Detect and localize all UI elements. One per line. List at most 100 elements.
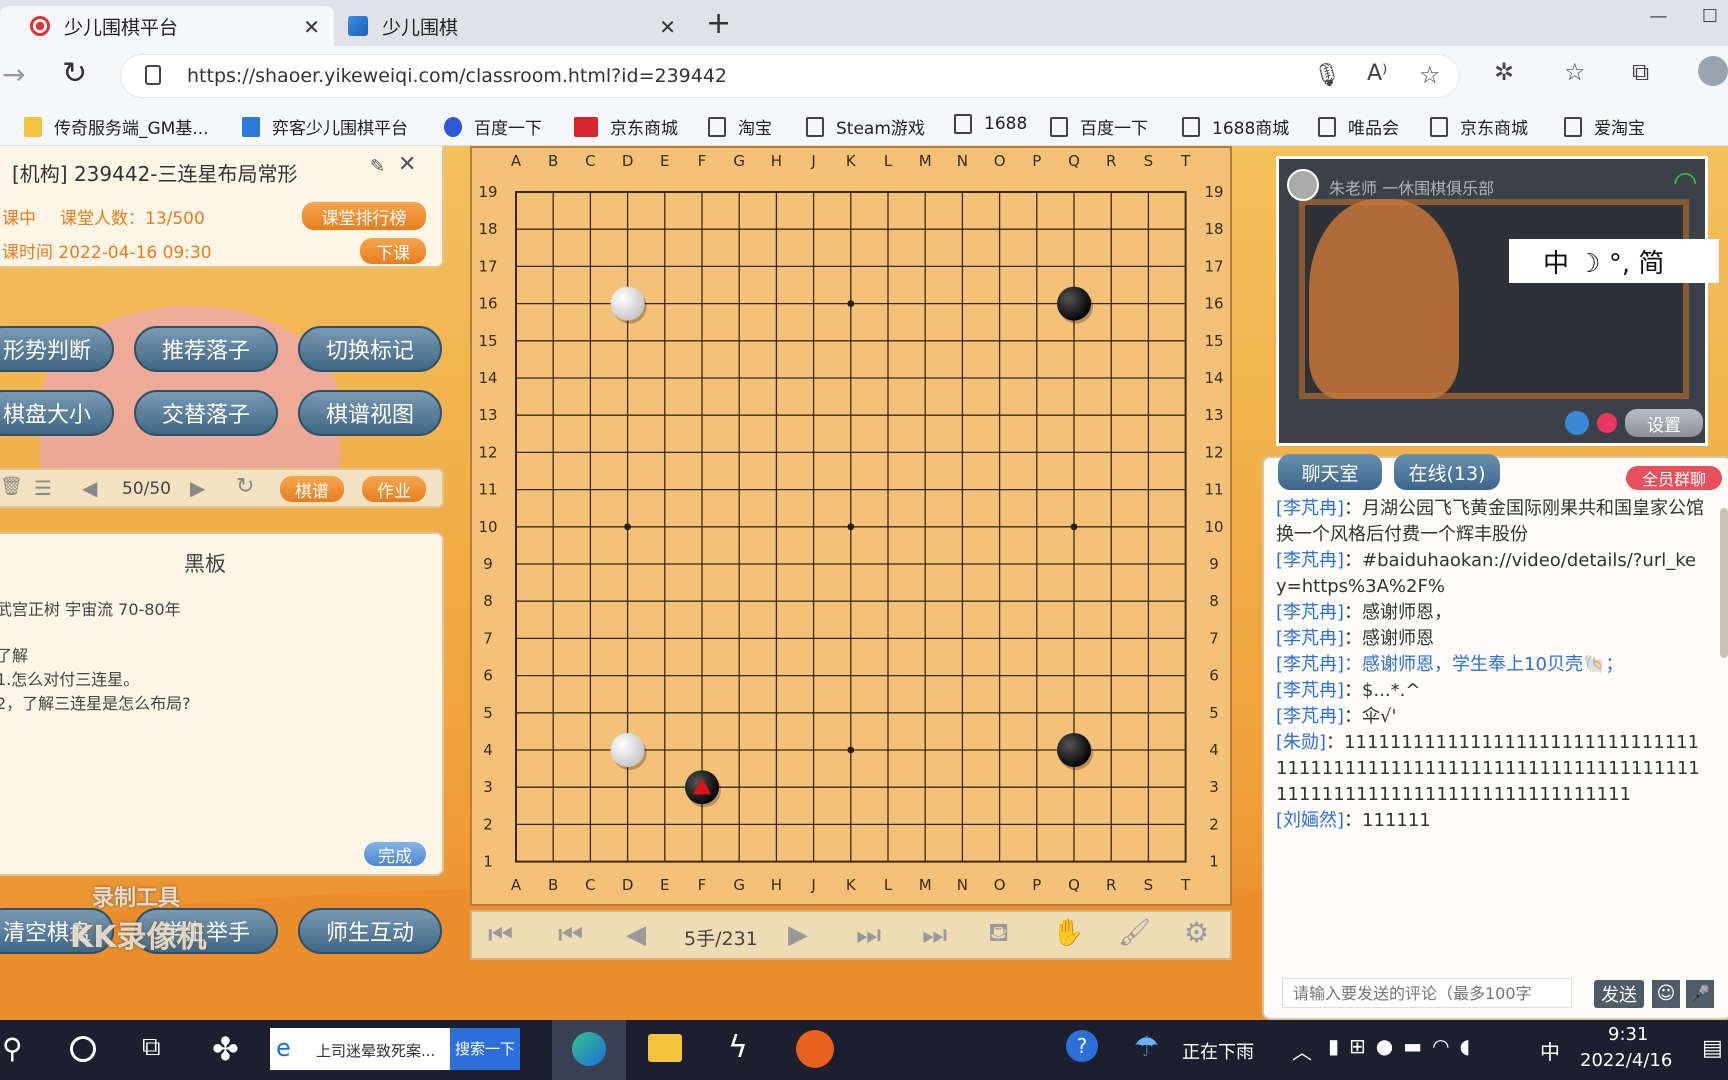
column-label: D: [622, 876, 634, 894]
refresh-icon[interactable]: ↻: [62, 56, 87, 91]
tab-shaoer-platform[interactable]: 少儿围棋平台 ✕: [0, 6, 334, 46]
stamp-icon[interactable]: ⛾: [988, 918, 1009, 952]
forward-icon[interactable]: →: [2, 58, 25, 91]
board-size-button[interactable]: 棋盘大小: [0, 390, 114, 436]
bookmark-item[interactable]: 唯品会: [1318, 114, 1399, 139]
new-tab-icon[interactable]: +: [706, 6, 731, 41]
tab-shaoer-weiqi[interactable]: 少儿围棋 ✕: [334, 6, 690, 46]
settings-button[interactable]: 设置: [1625, 409, 1703, 437]
voice-icon[interactable]: 🎤: [1686, 980, 1714, 1008]
record-view-button[interactable]: 棋谱视图: [298, 390, 442, 436]
bookmark-item[interactable]: 传奇服务端_GM基...: [24, 114, 209, 139]
recommend-move-button[interactable]: 推荐落子: [134, 326, 278, 372]
rank-button[interactable]: 课堂排行榜: [302, 202, 426, 230]
chat-input[interactable]: [1282, 978, 1572, 1008]
list-icon[interactable]: ☰: [34, 476, 52, 500]
row-label: 14: [478, 369, 497, 387]
url-field[interactable]: https://shaoer.yikeweiqi.com/classroom.h…: [120, 54, 1460, 98]
close-icon[interactable]: ✕: [659, 15, 676, 39]
white-stone[interactable]: [610, 733, 645, 767]
tab-online[interactable]: 在线(13): [1394, 454, 1500, 490]
teacher-student-button[interactable]: 师生互动: [298, 908, 442, 954]
black-stone[interactable]: [1057, 286, 1091, 321]
bookmark-item[interactable]: 1688: [954, 114, 1027, 134]
chat-scrollbar[interactable]: [1720, 508, 1728, 658]
mic-icon[interactable]: [1565, 411, 1589, 435]
clock-date[interactable]: 2022/4/16: [1580, 1050, 1672, 1071]
taskbar-search-button[interactable]: 搜索一下: [450, 1028, 520, 1070]
tray-icons[interactable]: ▮⊞●▬◠◖: [1328, 1034, 1480, 1058]
bookmark-item[interactable]: 爱淘宝: [1564, 114, 1645, 139]
go-board-svg[interactable]: AABBCCDDEEFFGGHHJJKKLLMMNNOOPPQQRRSSTT19…: [472, 148, 1230, 904]
notification-icon[interactable]: ▤: [1702, 1036, 1723, 1061]
send-button[interactable]: 发送: [1594, 980, 1644, 1008]
read-aloud-icon[interactable]: A⁾: [1367, 61, 1387, 86]
bookmark-item[interactable]: 京东商城: [574, 114, 678, 139]
toggle-mark-button[interactable]: 切换标记: [298, 326, 442, 372]
back-step-icon[interactable]: ⏮: [558, 918, 583, 952]
column-label: K: [846, 152, 857, 170]
close-icon[interactable]: ✕: [303, 15, 320, 39]
column-label: N: [957, 876, 968, 894]
white-stone[interactable]: [610, 286, 645, 321]
app-lightning-icon[interactable]: ϟ: [728, 1030, 748, 1065]
prev-icon[interactable]: ◀: [82, 476, 97, 500]
delete-icon[interactable]: 🗑: [0, 476, 23, 497]
refresh-icon[interactable]: ↻: [236, 474, 254, 499]
profile-avatar[interactable]: [1698, 56, 1728, 86]
tab-chat-room[interactable]: 聊天室: [1278, 454, 1382, 490]
bookmark-item[interactable]: 百度一下: [1050, 114, 1148, 139]
first-move-icon[interactable]: ⏮: [488, 918, 513, 952]
prev-move-icon[interactable]: ◀: [626, 920, 646, 950]
column-label: R: [1106, 152, 1116, 170]
bookmark-item[interactable]: 京东商城: [1430, 114, 1528, 139]
close-icon[interactable]: ✕: [398, 152, 416, 177]
clock-time[interactable]: 9:31: [1608, 1024, 1648, 1045]
bookmark-item[interactable]: 弈客少儿围棋平台: [242, 114, 408, 139]
bookmark-item[interactable]: Steam游戏: [806, 114, 925, 139]
collections-icon[interactable]: ⧉: [1632, 58, 1649, 86]
file-explorer-icon[interactable]: [648, 1034, 682, 1062]
emoji-icon[interactable]: ☺: [1652, 980, 1680, 1008]
bookmark-item[interactable]: 淘宝: [708, 114, 772, 139]
task-view-icon[interactable]: ⧉: [142, 1032, 161, 1063]
pinwheel-icon[interactable]: ✤: [212, 1030, 239, 1068]
microphone-icon[interactable]: 🎙: [1313, 63, 1341, 88]
extensions-icon[interactable]: ✲: [1494, 58, 1514, 86]
page-icon: [1564, 116, 1582, 137]
done-button[interactable]: 完成: [364, 842, 426, 867]
search-icon[interactable]: ⚲: [2, 1032, 23, 1065]
ime-indicator[interactable]: 中: [1540, 1036, 1560, 1065]
end-class-button[interactable]: 下课: [360, 238, 426, 264]
bookmark-item[interactable]: 1688商城: [1182, 114, 1289, 139]
last-move-icon[interactable]: ⏭: [922, 918, 947, 952]
app-fox-icon[interactable]: [796, 1030, 834, 1068]
tray-chevron-icon[interactable]: ︿: [1292, 1036, 1312, 1065]
record-dot-icon[interactable]: [1597, 413, 1617, 433]
alternate-move-button[interactable]: 交替落子: [134, 390, 278, 436]
edge-icon[interactable]: [552, 1020, 626, 1080]
record-button[interactable]: 棋谱: [280, 476, 344, 502]
situation-judge-button[interactable]: 形势判断: [0, 326, 114, 372]
next-icon[interactable]: ▶: [190, 476, 205, 500]
forward-step-icon[interactable]: ⏭: [856, 918, 881, 952]
group-chat-button[interactable]: 全员群聊: [1626, 466, 1722, 490]
ime-toolbar[interactable]: 中 ☽ °, 简: [1509, 239, 1719, 283]
window-controls[interactable]: — ☐: [1650, 6, 1718, 27]
next-move-icon[interactable]: ▶: [788, 920, 808, 950]
homework-button[interactable]: 作业: [362, 476, 426, 502]
column-label: T: [1180, 152, 1191, 170]
settings-icon[interactable]: ⚙: [1184, 916, 1209, 949]
taskbar-search-box[interactable]: e 上司迷晕致死案... 搜索一下: [270, 1028, 520, 1070]
row-label: 1: [1209, 853, 1219, 871]
black-stone[interactable]: [1057, 733, 1091, 767]
cortana-icon[interactable]: [70, 1036, 96, 1062]
hand-icon[interactable]: ✋: [1052, 918, 1084, 948]
go-board[interactable]: A A B B C C D D E E F F G G H H J J K K L L M M N N O O P P Q Q R R S S T T 19…: [470, 146, 1232, 906]
favorite-add-icon[interactable]: ☆: [1419, 61, 1441, 89]
help-icon[interactable]: ?: [1066, 1030, 1098, 1062]
bookmark-item[interactable]: 百度一下: [444, 114, 542, 139]
brush-icon[interactable]: 🖌: [1118, 918, 1151, 948]
favorites-icon[interactable]: ☆: [1564, 58, 1586, 86]
edit-icon[interactable]: ✎: [370, 156, 385, 177]
